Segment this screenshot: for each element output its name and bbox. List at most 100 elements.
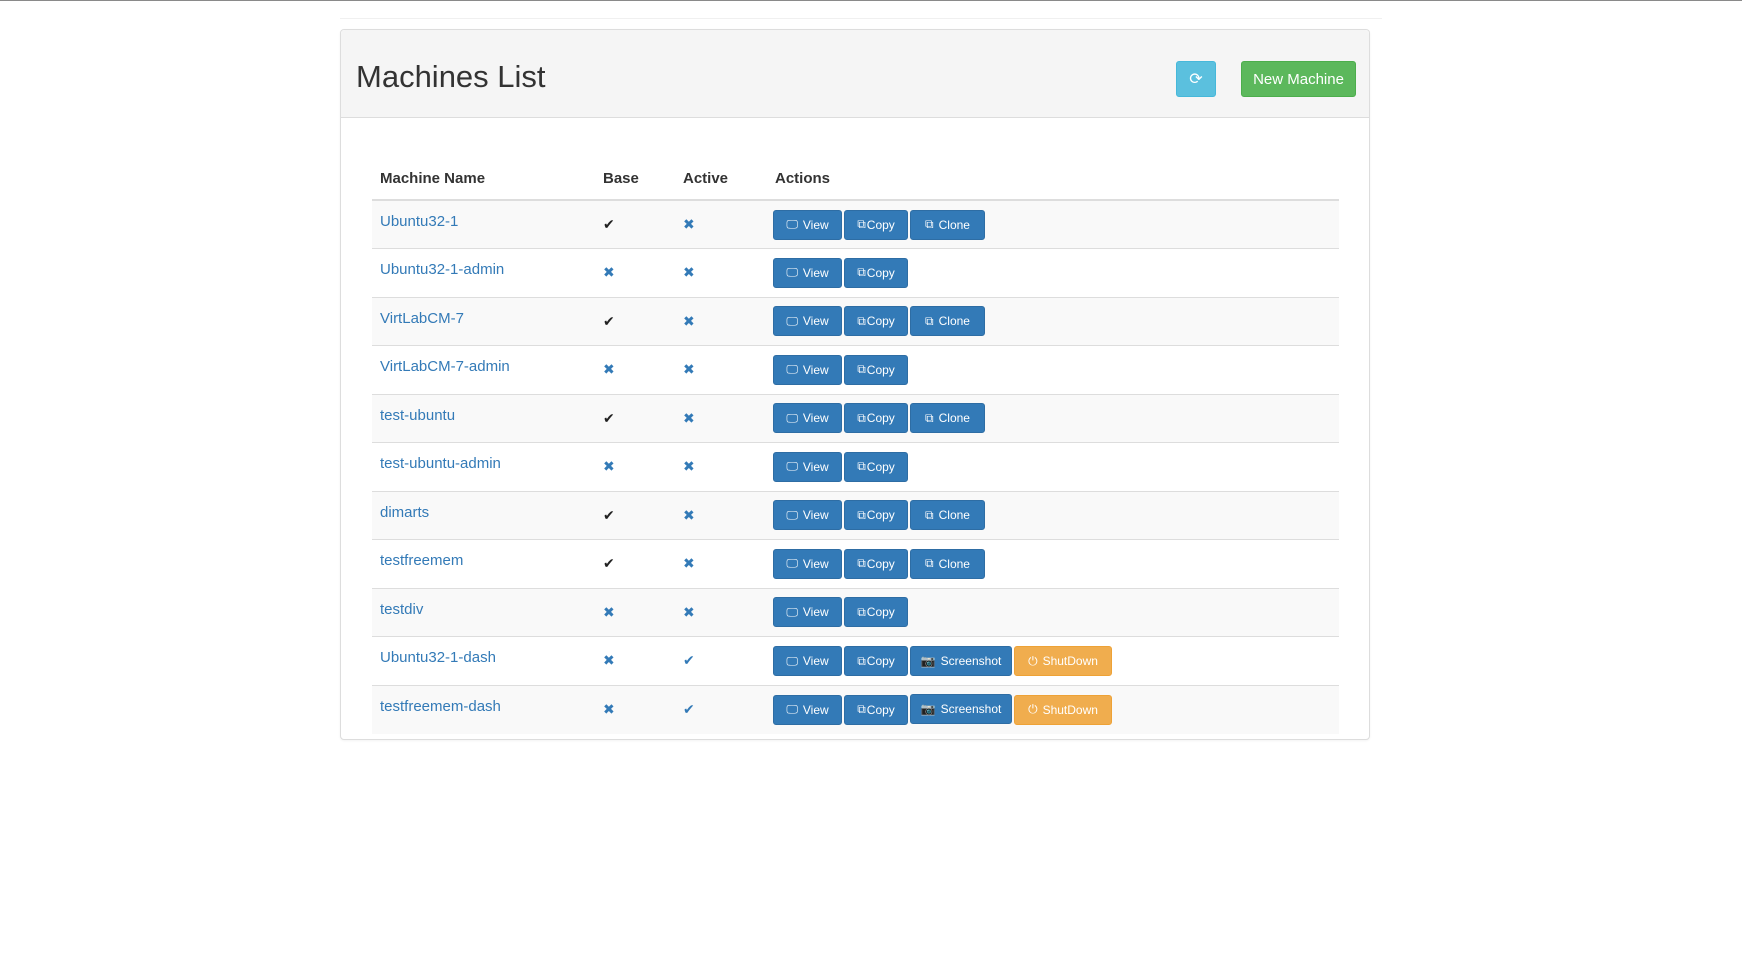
cell-actions: 🖵 View ⧉ Copy ⧉ Clone (767, 539, 1339, 588)
view-button[interactable]: 🖵 View (773, 403, 842, 434)
cross-icon: ✖ (683, 216, 695, 232)
cross-icon: ✖ (683, 264, 695, 281)
cross-icon: ✖ (603, 652, 615, 669)
cell-actions: 🖵 View ⧉ Copy (767, 442, 1339, 491)
copy-button[interactable]: ⧉ Copy (844, 257, 908, 288)
table-row: dimarts ✔ ✖ 🖵 View ⧉ Copy ⧉ Clone (372, 490, 1339, 540)
view-button[interactable]: 🖵 View (773, 597, 842, 628)
cell-actions: 🖵 View ⧉ Copy (767, 345, 1339, 394)
copy-icon: ⧉ (857, 362, 866, 377)
cross-icon: ✖ (683, 603, 695, 620)
cross-icon: ✖ (683, 361, 695, 378)
cross-icon: ✖ (683, 506, 695, 523)
view-button[interactable]: 🖵 View (773, 451, 842, 482)
view-button[interactable]: 🖵 View (773, 209, 842, 240)
copy-icon: ⧉ (857, 507, 866, 522)
cell-machine-name: testfreemem-dash (372, 684, 595, 734)
machine-name-link[interactable]: Ubuntu32-1-dash (380, 649, 496, 666)
cell-active: ✖ (675, 345, 767, 394)
table-row: Ubuntu32-1 ✔ ✖ 🖵 View ⧉ Copy ⧉ Clone (372, 199, 1339, 249)
copy-button[interactable]: ⧉ Copy (844, 354, 908, 385)
copy-icon: ⧉ (857, 653, 866, 668)
cross-icon: ✖ (683, 458, 695, 475)
cell-base: ✖ (595, 248, 675, 297)
column-header-name: Machine Name (372, 158, 595, 201)
cell-active: ✖ (675, 199, 767, 249)
view-button-label: View (802, 459, 829, 474)
copy-icon: ⧉ (857, 265, 866, 280)
copy-icon: ⧉ (857, 556, 866, 571)
copy-button-label: Copy (866, 411, 895, 426)
monitor-icon: 🖵 (786, 507, 798, 522)
copy-button[interactable]: ⧉ Copy (844, 403, 908, 434)
copy-button[interactable]: ⧉ Copy (844, 548, 908, 579)
machine-name-link[interactable]: testdiv (380, 601, 423, 618)
monitor-icon: 🖵 (786, 313, 798, 328)
new-machine-button[interactable]: New Machine (1241, 61, 1356, 97)
monitor-icon: 🖵 (786, 556, 798, 571)
shutdown-button-label: ShutDown (1042, 654, 1098, 668)
cell-active: ✖ (675, 490, 767, 540)
cross-icon: ✖ (683, 409, 695, 426)
view-button[interactable]: 🖵 View (773, 354, 842, 385)
copy-button[interactable]: ⧉ Copy (844, 451, 908, 482)
check-icon: ✔ (603, 506, 615, 523)
view-button[interactable]: 🖵 View (773, 694, 842, 725)
copy-button[interactable]: ⧉ Copy (844, 646, 908, 676)
view-button-label: View (802, 654, 829, 668)
machines-table-body: Ubuntu32-1 ✔ ✖ 🖵 View ⧉ Copy ⧉ Clone Ubuntu32-1-a… (372, 199, 1339, 734)
check-icon: ✔ (683, 701, 695, 717)
copy-icon: ⧉ (857, 410, 866, 425)
check-icon: ✔ (683, 652, 695, 669)
copy-button[interactable]: ⧉ Copy (844, 597, 908, 628)
machine-name-link[interactable]: testfreemem-dash (380, 698, 501, 715)
machine-name-link[interactable]: test-ubuntu-admin (380, 455, 501, 472)
clone-button[interactable]: ⧉ Clone (910, 500, 985, 531)
machine-name-link[interactable]: Ubuntu32-1 (380, 213, 458, 230)
clone-icon: ⧉ (925, 313, 934, 328)
machine-name-link[interactable]: dimarts (380, 504, 429, 521)
check-icon: ✔ (603, 216, 615, 232)
machine-name-link[interactable]: testfreemem (380, 552, 463, 569)
cell-base: ✖ (595, 636, 675, 685)
refresh-button[interactable]: ⟳ (1176, 61, 1216, 97)
copy-button[interactable]: ⧉ Copy (844, 694, 908, 725)
shutdown-button[interactable]: ⏻ ShutDown (1014, 646, 1112, 676)
machine-name-link[interactable]: VirtLabCM-7-admin (380, 358, 510, 375)
copy-button[interactable]: ⧉ Copy (844, 306, 908, 337)
cross-icon: ✖ (603, 458, 615, 475)
clone-button[interactable]: ⧉ Clone (910, 548, 985, 579)
cell-actions: 🖵 View ⧉ Copy (767, 587, 1339, 637)
view-button[interactable]: 🖵 View (773, 548, 842, 579)
screenshot-button[interactable]: 📷 Screenshot (910, 694, 1012, 725)
machine-name-link[interactable]: Ubuntu32-1-admin (380, 261, 504, 278)
machine-name-link[interactable]: VirtLabCM-7 (380, 310, 464, 327)
cell-base: ✖ (595, 684, 675, 734)
view-button[interactable]: 🖵 View (773, 306, 842, 337)
clone-button[interactable]: ⧉ Clone (910, 209, 985, 240)
view-button[interactable]: 🖵 View (773, 257, 842, 288)
cell-active: ✖ (675, 442, 767, 491)
view-button[interactable]: 🖵 View (773, 500, 842, 531)
copy-button[interactable]: ⧉ Copy (844, 500, 908, 531)
top-border (0, 0, 1742, 1)
view-button[interactable]: 🖵 View (773, 646, 842, 676)
machines-table-wrap: Machine Name Base Active Actions Ubuntu3… (372, 158, 1339, 734)
camera-icon: 📷 (920, 653, 936, 668)
shutdown-button[interactable]: ⏻ ShutDown (1014, 694, 1112, 725)
table-row: Ubuntu32-1-dash ✖ ✔ 🖵 View ⧉ Copy 📷 Screenshot ⏻ S… (372, 636, 1339, 685)
machine-name-link[interactable]: test-ubuntu (380, 407, 455, 424)
clone-icon: ⧉ (925, 507, 934, 522)
clone-button[interactable]: ⧉ Clone (910, 403, 985, 434)
view-button-label: View (802, 508, 829, 523)
table-row: test-ubuntu-admin ✖ ✖ 🖵 View ⧉ Copy (372, 442, 1339, 491)
column-header-base: Base (595, 158, 675, 201)
view-button-label: View (802, 217, 829, 232)
screenshot-button-label: Screenshot (940, 702, 1002, 717)
clone-button[interactable]: ⧉ Clone (910, 306, 985, 337)
cell-actions: 🖵 View ⧉ Copy ⧉ Clone (767, 490, 1339, 540)
cell-machine-name: testdiv (372, 587, 595, 637)
copy-button[interactable]: ⧉ Copy (844, 209, 908, 240)
cross-icon: ✖ (603, 361, 615, 378)
screenshot-button[interactable]: 📷 Screenshot (910, 645, 1012, 676)
